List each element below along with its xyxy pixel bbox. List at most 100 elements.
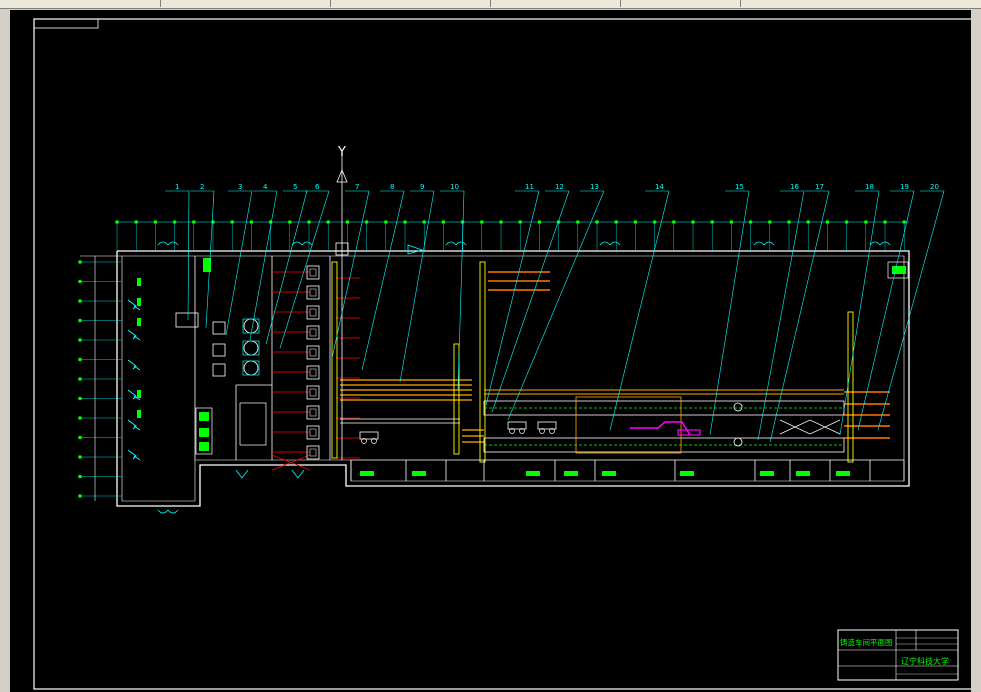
grid-marker (480, 220, 484, 224)
bay-marker (412, 471, 426, 476)
grid-marker (441, 220, 446, 224)
school-name-text: 辽宁科技大学 (901, 656, 949, 666)
callout-leader (225, 190, 253, 336)
callout-leader (857, 190, 915, 431)
grid-marker (499, 220, 503, 224)
equipment-marker (137, 390, 141, 398)
window-toolbar-strip (0, 0, 981, 9)
corner-tag-box (33, 18, 99, 29)
bay-marker (564, 471, 578, 476)
grid-marker (806, 220, 810, 224)
equipment-marker (137, 410, 141, 418)
callout-leader (485, 190, 540, 406)
machine-core (309, 408, 317, 417)
machine-core (309, 268, 317, 277)
machine-core (309, 348, 317, 357)
bay-marker (836, 471, 850, 476)
machine-box (306, 345, 320, 360)
bay-marker (360, 471, 374, 476)
y-axis-indicator: Y (335, 145, 349, 460)
grid-marker (78, 377, 82, 381)
crusher-symbol (243, 360, 259, 376)
equipment-marker (137, 298, 141, 306)
grid-marker (249, 220, 254, 224)
callout-leader (709, 190, 750, 436)
grid-marker (748, 220, 753, 224)
title-block: 铸造车间平面图 辽宁科技大学 (837, 629, 959, 681)
callout-label: 20 (930, 183, 939, 191)
outer-drawing-frame (33, 18, 975, 690)
equipment-marker (199, 442, 209, 451)
callout-label: 19 (900, 183, 909, 191)
workshop-plan-drawing[interactable]: Y 1 2 3 4 5 6 7 8 9 10 11 12 13 14 15 16 17 18 19 20 铸造车间平面… (10, 10, 981, 692)
left-grid-ticks (78, 260, 122, 498)
equipment-marker (137, 278, 141, 286)
grid-marker (78, 396, 82, 401)
grid-marker (78, 416, 82, 420)
crusher-symbol (243, 340, 259, 356)
cad-model-space[interactable]: Y 1 2 3 4 5 6 7 8 9 10 11 12 13 14 15 16 17 18 19 20 铸造车间平面… (10, 10, 981, 692)
grid-marker (115, 220, 119, 224)
callout-leader (361, 190, 405, 371)
equipment-box (212, 363, 226, 377)
callout-label: 18 (865, 183, 874, 191)
callout-label: 15 (735, 183, 744, 191)
grid-marker (78, 338, 82, 342)
grid-marker (864, 220, 868, 224)
machine-core (309, 448, 317, 457)
machine-box (306, 285, 320, 300)
callout-label: 16 (790, 183, 799, 191)
toolbar-segment[interactable] (330, 0, 491, 7)
grid-marker (345, 220, 350, 224)
grid-marker (825, 220, 830, 224)
crusher-frame (242, 360, 260, 376)
grid-marker (844, 220, 849, 224)
grid-marker (614, 220, 618, 224)
grid-marker (172, 220, 177, 224)
machine-box (306, 325, 320, 340)
grid-marker (364, 220, 369, 224)
toolbar-segment[interactable] (490, 0, 621, 7)
machine-box (306, 365, 320, 380)
grid-marker (633, 220, 638, 224)
grid-marker (518, 220, 522, 224)
rack-symbol (127, 329, 141, 341)
grid-marker (326, 220, 331, 224)
grid-marker (153, 220, 158, 224)
equipment-box (239, 402, 267, 446)
equipment-marker (892, 266, 906, 274)
machine-box (306, 405, 320, 420)
grid-marker (78, 357, 82, 362)
grid-marker (537, 220, 542, 224)
grid-marker (78, 279, 82, 284)
crusher-frame (242, 340, 260, 356)
top-grid-ticks (115, 220, 906, 251)
equipment-marker (199, 428, 209, 437)
callout-label: 13 (590, 183, 599, 191)
callout-label: 5 (293, 183, 297, 191)
grid-marker (883, 220, 887, 224)
bay-marker (526, 471, 540, 476)
callout-label: 4 (263, 183, 268, 191)
callout-label: 2 (200, 183, 204, 191)
main-conveyor (483, 389, 890, 454)
callout-label: 17 (815, 183, 824, 191)
bottom-bay-row (350, 459, 905, 481)
machine-core (309, 368, 317, 377)
grid-marker (78, 494, 82, 498)
grid-marker (78, 455, 82, 459)
vertical-scrollbar[interactable] (971, 10, 981, 692)
grid-marker (422, 220, 427, 224)
machine-box (306, 265, 320, 280)
machine-core (309, 388, 317, 397)
callout-label: 6 (315, 183, 320, 191)
callout-leader (507, 190, 605, 421)
toolbar-segment[interactable] (620, 0, 741, 7)
toolbar-segment[interactable] (0, 0, 161, 7)
machine-core (309, 428, 317, 437)
bay-marker (796, 471, 810, 476)
conveyor-rails (340, 379, 484, 443)
cart-symbol (507, 421, 527, 430)
toolbar-segment[interactable] (160, 0, 331, 7)
cart-symbol (359, 431, 379, 440)
